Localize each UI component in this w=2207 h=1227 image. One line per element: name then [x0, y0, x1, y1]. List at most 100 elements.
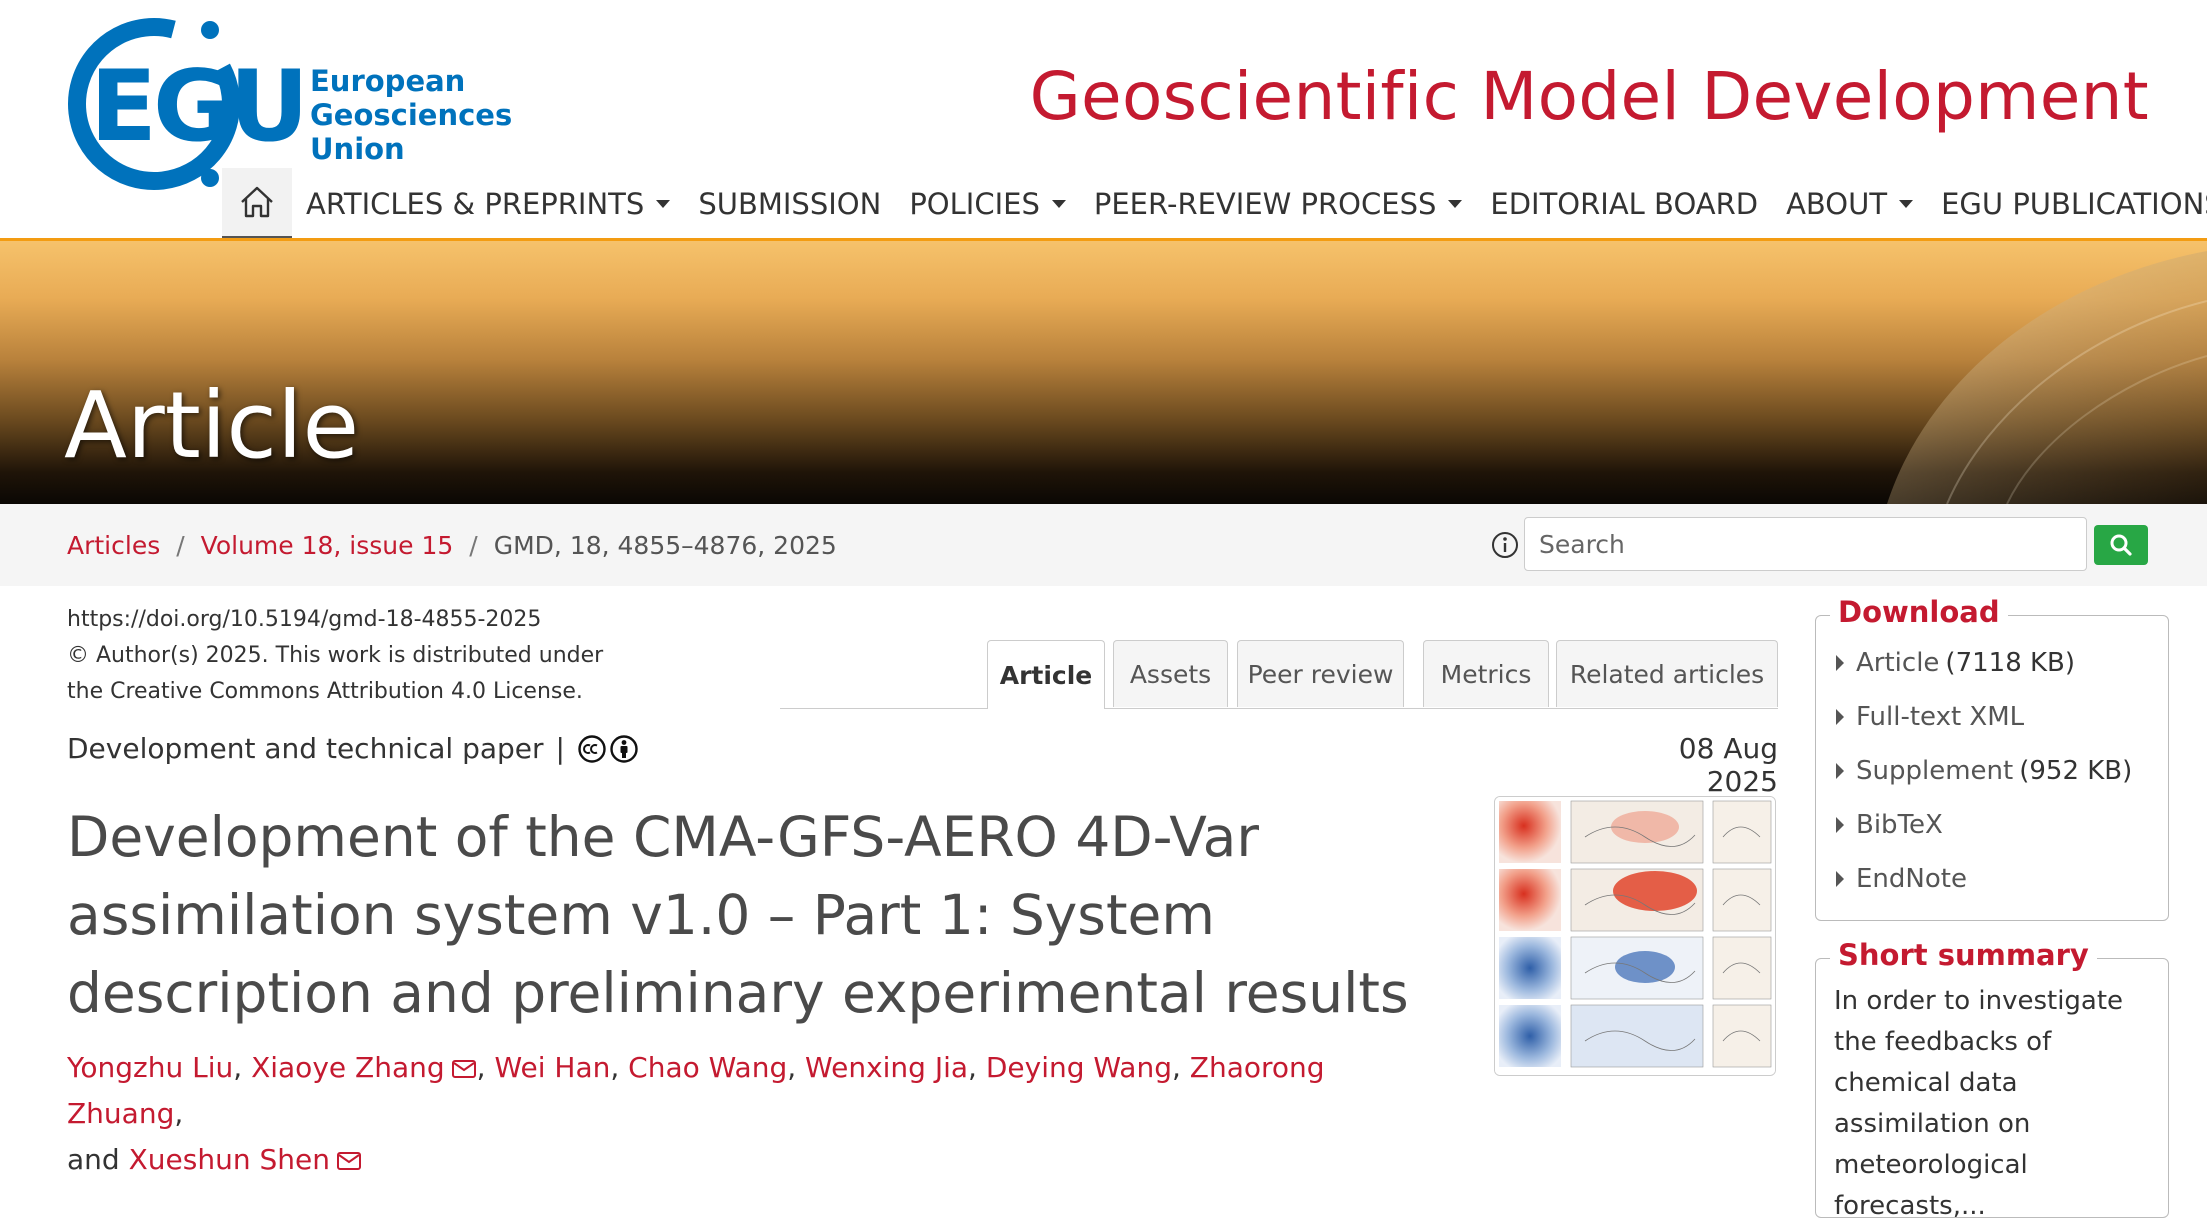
paper-type-line: Development and technical paper |	[67, 732, 639, 765]
nav-egu-publications[interactable]: EGU PUBLICATIONS	[1927, 168, 2207, 240]
author-link[interactable]: Chao Wang	[628, 1051, 787, 1084]
caret-right-icon	[1836, 871, 1844, 887]
main-nav: ARTICLES & PREPRINTS SUBMISSION POLICIES…	[222, 168, 2207, 240]
nav-label: EDITORIAL BOARD	[1490, 187, 1759, 221]
chevron-down-icon	[1448, 200, 1463, 208]
download-list: Article (7118 KB) Full-text XML Suppleme…	[1816, 616, 2168, 906]
download-title: Download	[1830, 595, 2008, 629]
search-button[interactable]	[2094, 525, 2148, 565]
author-separator: ,	[174, 1097, 184, 1130]
nav-peer-review-process[interactable]: PEER-REVIEW PROCESS	[1080, 168, 1477, 240]
author-separator: ,	[968, 1051, 986, 1084]
page-banner: Article	[0, 241, 2207, 504]
download-label: BibTeX	[1856, 810, 1943, 840]
search-icon	[2110, 534, 2132, 556]
logo-line-european: European	[310, 64, 466, 98]
author-link[interactable]: Xueshun Shen	[129, 1143, 330, 1176]
breadcrumb-current: GMD, 18, 4855–4876, 2025	[493, 530, 837, 560]
nav-label: SUBMISSION	[698, 187, 882, 221]
license-line-2[interactable]: the Creative Commons Attribution 4.0 Lic…	[67, 674, 603, 710]
license-icons[interactable]	[577, 734, 639, 764]
logo-line-union: Union	[310, 132, 405, 166]
breadcrumb-articles[interactable]: Articles	[67, 531, 160, 560]
egu-logo-text: European Geosciences Union	[310, 64, 512, 166]
chevron-down-icon	[656, 200, 671, 208]
chevron-down-icon	[1051, 200, 1066, 208]
site-header: EGU European Geosciences Union Geoscient…	[0, 0, 2207, 241]
home-icon	[241, 186, 273, 218]
author-link[interactable]: Wenxing Jia	[805, 1051, 968, 1084]
author-link[interactable]: Xiaoye Zhang	[251, 1051, 445, 1084]
author-link[interactable]: Yongzhu Liu	[67, 1051, 233, 1084]
nav-home[interactable]	[222, 168, 292, 240]
caret-right-icon	[1836, 817, 1844, 833]
download-article[interactable]: Article (7118 KB)	[1836, 636, 2168, 690]
download-bibtex[interactable]: BibTeX	[1836, 798, 2168, 852]
email-icon[interactable]	[451, 1058, 477, 1080]
nav-submission[interactable]: SUBMISSION	[684, 168, 895, 240]
short-summary-title: Short summary	[1830, 938, 2097, 972]
tab-metrics[interactable]: Metrics	[1423, 640, 1549, 707]
tab-article[interactable]: Article	[987, 640, 1105, 709]
figure-thumbnail[interactable]	[1494, 796, 1776, 1076]
article-tabs: Article Assets Peer review Metrics Relat…	[780, 640, 1778, 709]
download-full-text-xml[interactable]: Full-text XML	[1836, 690, 2168, 744]
chevron-down-icon	[1899, 200, 1914, 208]
figure-thumbnail-image	[1495, 797, 1775, 1075]
article-title: Development of the CMA-GFS-AERO 4D-Var a…	[67, 805, 1409, 1025]
email-icon[interactable]	[336, 1150, 362, 1172]
author-separator: ,	[476, 1051, 495, 1084]
author-link[interactable]: Wei Han	[494, 1051, 610, 1084]
download-label: EndNote	[1856, 864, 1967, 894]
tab-assets[interactable]: Assets	[1113, 640, 1228, 707]
nav-label: ABOUT	[1786, 187, 1888, 221]
download-label: Supplement	[1856, 756, 2014, 786]
caret-right-icon	[1836, 763, 1844, 779]
breadcrumb-separator: /	[469, 530, 478, 560]
author-separator: ,	[233, 1051, 252, 1084]
article-meta: https://doi.org/10.5194/gmd-18-4855-2025…	[67, 602, 603, 710]
breadcrumb-separator: /	[176, 530, 185, 560]
download-box: Download Article (7118 KB) Full-text XML…	[1815, 595, 2169, 921]
banner-decoration	[1887, 251, 2207, 504]
publication-date: 08 Aug 2025	[1678, 732, 1778, 798]
nav-label: ARTICLES & PREPRINTS	[306, 187, 645, 221]
logo-line-geosciences: Geosciences	[310, 98, 513, 132]
attribution-icon	[610, 734, 638, 763]
tab-related-articles[interactable]: Related articles	[1556, 640, 1778, 707]
paper-type: Development and technical paper	[67, 732, 544, 765]
caret-right-icon	[1836, 655, 1844, 671]
nav-label: EGU PUBLICATIONS	[1941, 187, 2207, 221]
paper-type-separator: |	[555, 732, 565, 765]
download-endnote[interactable]: EndNote	[1836, 852, 2168, 906]
caret-right-icon	[1836, 709, 1844, 725]
breadcrumb: Articles / Volume 18, issue 15 / GMD, 18…	[67, 504, 837, 586]
download-label: Full-text XML	[1856, 702, 2025, 732]
short-summary-box: Short summary In order to investigate th…	[1815, 938, 2169, 1221]
info-icon[interactable]	[1488, 528, 1522, 562]
doi-link[interactable]: https://doi.org/10.5194/gmd-18-4855-2025	[67, 602, 603, 638]
author-and: and	[67, 1143, 129, 1176]
nav-editorial-board[interactable]: EDITORIAL BOARD	[1476, 168, 1772, 240]
author-separator: ,	[787, 1051, 806, 1084]
nav-policies[interactable]: POLICIES	[895, 168, 1080, 240]
nav-about[interactable]: ABOUT	[1772, 168, 1927, 240]
download-label: Article	[1856, 648, 1940, 678]
download-supplement[interactable]: Supplement (952 KB)	[1836, 744, 2168, 798]
license-line-1: © Author(s) 2025. This work is distribut…	[67, 643, 604, 668]
journal-title[interactable]: Geoscientific Model Development	[1030, 58, 2149, 135]
egu-logo-letters: EGU	[90, 50, 305, 164]
creative-commons-icon	[578, 734, 606, 763]
author-link[interactable]: Deying Wang	[986, 1051, 1172, 1084]
author-separator: ,	[610, 1051, 629, 1084]
nav-articles-preprints[interactable]: ARTICLES & PREPRINTS	[292, 168, 684, 240]
author-list: Yongzhu Liu, Xiaoye Zhang, Wei Han, Chao…	[67, 1045, 1417, 1183]
author-separator: ,	[1171, 1051, 1190, 1084]
breadcrumb-volume[interactable]: Volume 18, issue 15	[201, 531, 454, 560]
nav-label: POLICIES	[909, 187, 1040, 221]
download-size: (7118 KB)	[1945, 648, 2076, 678]
banner-title: Article	[64, 372, 360, 479]
download-size: (952 KB)	[2019, 756, 2133, 786]
tab-peer-review[interactable]: Peer review	[1237, 640, 1404, 707]
search-input[interactable]	[1524, 517, 2087, 571]
